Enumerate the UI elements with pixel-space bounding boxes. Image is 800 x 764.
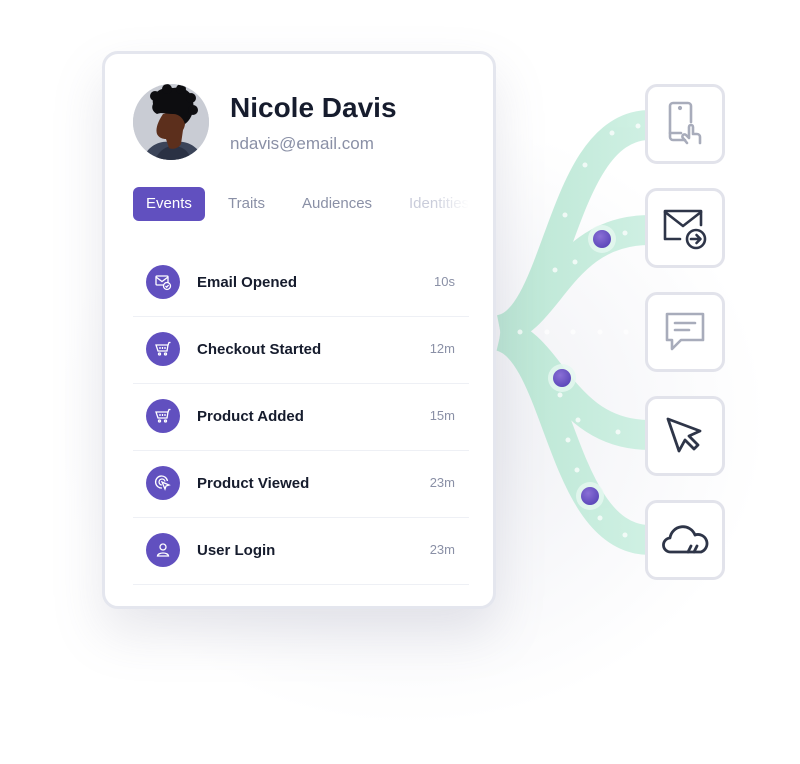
destination-cursor[interactable] (645, 396, 725, 476)
profile-email: ndavis@email.com (230, 134, 374, 153)
event-row[interactable]: Product Viewed 23m (133, 451, 469, 518)
destination-chat[interactable] (645, 292, 725, 372)
event-time: 23m (429, 475, 455, 490)
tab-identities[interactable]: Identities (409, 187, 469, 221)
event-time: 12m (429, 341, 455, 356)
email-check-icon (146, 265, 180, 299)
event-time: 23m (429, 542, 455, 557)
cart-icon (146, 332, 180, 366)
flow-dot (553, 369, 571, 387)
tab-traits[interactable]: Traits (228, 187, 265, 221)
cloud-icon (662, 525, 709, 554)
profile-card: Nicole Davis ndavis@email.com Events Tra… (102, 51, 496, 609)
event-label: Product Added (197, 408, 304, 425)
event-label: Email Opened (197, 274, 298, 291)
event-time: 15m (429, 408, 455, 423)
event-label: Product Viewed (197, 475, 310, 492)
profile-tabs: Events Traits Audiences Identities (133, 187, 469, 223)
destination-email[interactable] (645, 188, 725, 268)
profile-name: Nicole Davis (230, 92, 397, 123)
event-time: 10s (434, 274, 455, 289)
destination-mobile[interactable] (645, 84, 725, 164)
event-row[interactable]: Product Added 15m (133, 384, 469, 451)
cursor-icon (666, 417, 702, 453)
email-send-icon (663, 209, 707, 250)
flow-dot (581, 487, 599, 505)
event-label: Checkout Started (197, 341, 322, 358)
event-list: Email Opened 10s Checkout Started 12m Pr… (133, 250, 469, 585)
flow-dot (593, 230, 611, 248)
target-cursor-icon (146, 466, 180, 500)
tab-events[interactable]: Events (133, 187, 205, 221)
event-row[interactable]: User Login 23m (133, 518, 469, 585)
event-label: User Login (197, 542, 276, 559)
user-icon (146, 533, 180, 567)
flow-path-email (495, 215, 651, 345)
cart-icon (146, 399, 180, 433)
tab-audiences[interactable]: Audiences (302, 187, 372, 221)
chat-message-icon (665, 312, 705, 351)
mobile-tap-icon (668, 101, 702, 145)
avatar (133, 84, 209, 160)
event-row[interactable]: Email Opened 10s (133, 250, 469, 317)
destination-cloud[interactable] (645, 500, 725, 580)
event-row[interactable]: Checkout Started 12m (133, 317, 469, 384)
